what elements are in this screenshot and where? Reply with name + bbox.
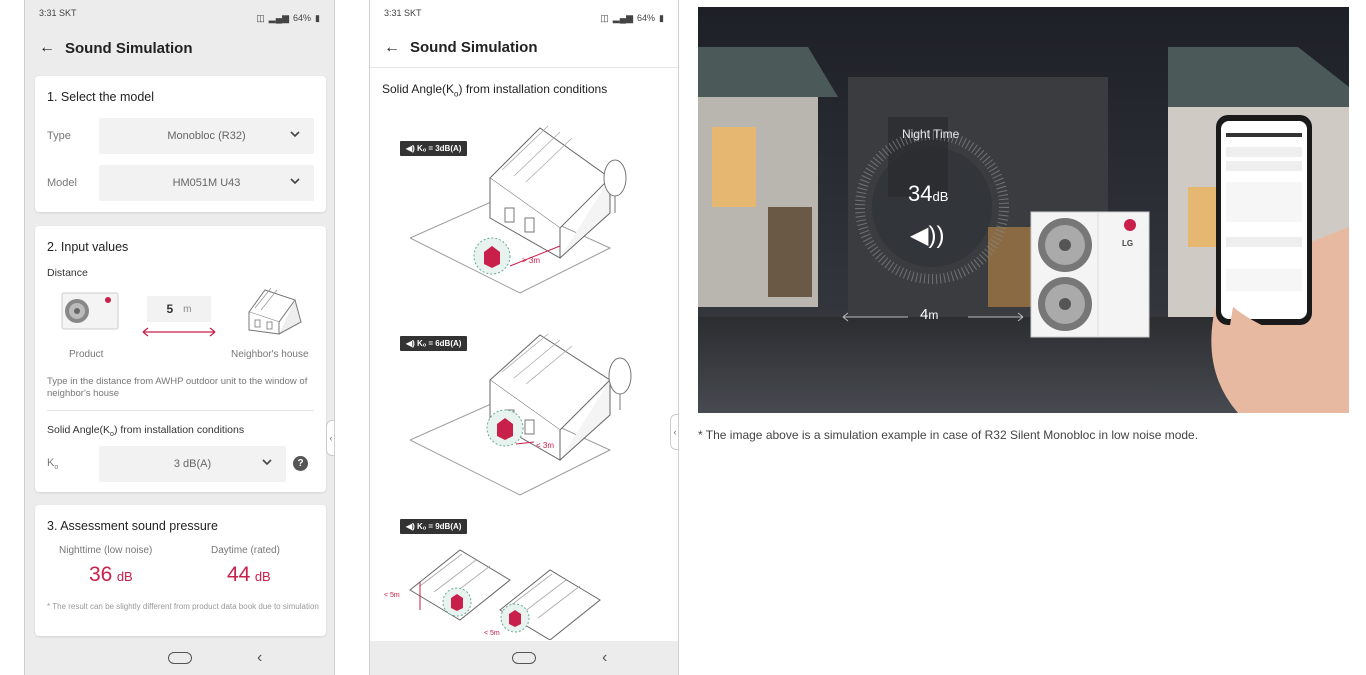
chevron-down-icon	[290, 178, 300, 185]
signal-icon: ▂▄▆	[268, 12, 290, 23]
night-scene-photo: Night Time 34dB ◀)) 4m LG	[698, 7, 1349, 413]
type-label: Type	[47, 130, 71, 142]
model-select[interactable]: HM051M U43	[99, 165, 314, 201]
ko-row: Ko 3 dB(A)	[47, 446, 286, 482]
type-value: Monobloc (R32)	[167, 130, 246, 142]
side-panel-handle[interactable]: ‹	[326, 420, 334, 456]
status-time: 3:31 SKT	[39, 8, 77, 18]
signal-icon: ▂▄▆	[612, 12, 634, 23]
ko-value: 3 dB(A)	[173, 458, 212, 470]
distance-unit: m	[183, 303, 192, 315]
status-icons: ◫ ▂▄▆ 64% ▮	[600, 8, 664, 28]
back-arrow-icon[interactable]: ←	[39, 39, 55, 57]
section-heading: 3. Assessment sound pressure	[47, 519, 218, 533]
ko-badge: ◀) Kₒ = 9dB(A)	[400, 519, 468, 534]
distance-value: 5	[166, 302, 174, 316]
android-navbar: ‹	[25, 641, 334, 675]
type-row: Type Monobloc (R32)	[47, 118, 314, 154]
home-button[interactable]	[512, 652, 536, 664]
vibrate-icon: ◫	[600, 12, 609, 23]
model-row: Model HM051M U43	[47, 165, 314, 201]
phone-screen-solid-angle: 3:31 SKT ◫ ▂▄▆ 64% ▮ ← Sound Simulation …	[369, 0, 679, 675]
distance-input[interactable]: 5 m	[147, 296, 211, 322]
phone-screen-model-selection: 3:31 SKT ◫ ▂▄▆ 64% ▮ ← Sound Simulation …	[24, 0, 335, 675]
input-values-card: 2. Input values Distance 5 m Product Nei…	[35, 226, 326, 492]
vibrate-icon: ◫	[256, 12, 265, 23]
chevron-down-icon	[290, 131, 300, 138]
help-icon[interactable]: ?	[293, 456, 308, 471]
ko-label: Ko	[47, 456, 59, 472]
side-panel-handle[interactable]: ‹	[670, 414, 678, 450]
distance-tag: < 5m	[384, 592, 400, 599]
battery-percent: 64%	[293, 13, 312, 23]
outdoor-unit-image	[61, 292, 119, 330]
model-label: Model	[47, 177, 77, 189]
day-result: 44 dB	[227, 563, 271, 586]
night-result: 36 dB	[89, 563, 133, 586]
distance-hint: Type in the distance from AWHP outdoor u…	[47, 376, 308, 399]
type-select[interactable]: Monobloc (R32)	[99, 118, 314, 154]
assessment-card: 3. Assessment sound pressure Nighttime (…	[35, 505, 326, 636]
back-nav-icon[interactable]: ‹	[257, 649, 262, 667]
result-note: * The result can be slightly different f…	[47, 602, 319, 611]
solid-angle-heading: Solid Angle(Ko) from installation condit…	[382, 82, 608, 99]
house-illustration-ko3	[410, 125, 627, 294]
divider	[47, 410, 314, 411]
status-time: 3:31 SKT	[384, 8, 422, 18]
ko-select[interactable]: 3 dB(A)	[99, 446, 286, 482]
home-button[interactable]	[167, 652, 192, 664]
battery-percent: 64%	[637, 13, 656, 23]
house-illustration-ko6	[410, 333, 632, 496]
night-label: Nighttime (low noise)	[59, 545, 153, 556]
neighbor-label: Neighbor's house	[231, 349, 309, 360]
neighbor-house-icon	[248, 287, 302, 335]
night-sound-value: 34dB	[908, 181, 949, 206]
page-title: Sound Simulation	[410, 39, 538, 56]
night-time-label: Night Time	[902, 127, 960, 141]
image-caption: * The image above is a simulation exampl…	[698, 428, 1199, 442]
chevron-down-icon	[262, 459, 272, 466]
speaker-icon: ◀))	[910, 222, 945, 249]
app-bar: ← Sound Simulation	[25, 28, 334, 68]
distance-tag: < 5m	[484, 630, 500, 637]
model-value: HM051M U43	[172, 177, 241, 189]
app-bar: ← Sound Simulation	[370, 28, 678, 68]
android-navbar: ‹	[370, 641, 678, 675]
select-model-card: 1. Select the model Type Monobloc (R32) …	[35, 76, 326, 212]
status-icons: ◫ ▂▄▆ 64% ▮	[256, 8, 320, 28]
distance-tag: > 3m	[522, 256, 541, 265]
distance-label: Distance	[47, 267, 88, 279]
night-scene-illustration	[698, 7, 1349, 413]
distance-tag: < 3m	[536, 441, 555, 450]
house-illustration-ko9	[409, 549, 601, 640]
battery-icon: ▮	[315, 12, 320, 23]
distance-label: 4m	[920, 306, 939, 323]
status-bar: 3:31 SKT ◫ ▂▄▆ 64% ▮	[25, 0, 334, 28]
back-arrow-icon[interactable]: ←	[384, 39, 400, 57]
back-nav-icon[interactable]: ‹	[602, 649, 607, 667]
section-heading: 2. Input values	[47, 240, 129, 254]
status-bar: 3:31 SKT ◫ ▂▄▆ 64% ▮	[370, 0, 678, 28]
double-arrow-icon	[142, 327, 216, 337]
section-heading: 1. Select the model	[47, 90, 155, 104]
lg-logo: LG	[1122, 239, 1134, 248]
day-label: Daytime (rated)	[211, 545, 280, 556]
product-label: Product	[69, 349, 104, 360]
page-title: Sound Simulation	[65, 39, 193, 57]
battery-icon: ▮	[659, 12, 664, 23]
solid-angle-label: Solid Angle(Ko) from installation condit…	[47, 424, 245, 439]
